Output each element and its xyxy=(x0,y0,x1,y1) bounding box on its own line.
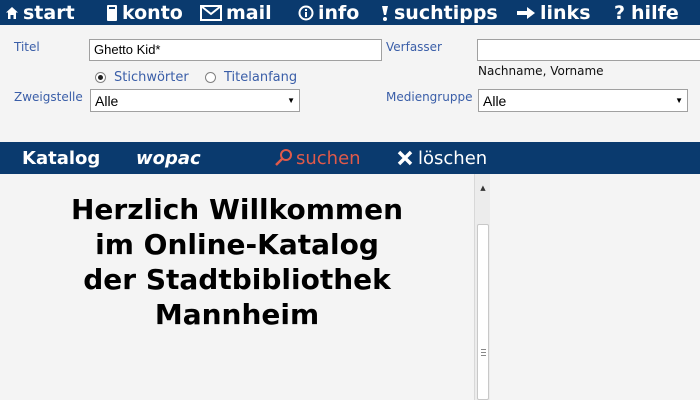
verfasser-label: Verfasser xyxy=(386,40,442,54)
exclamation-icon xyxy=(382,5,388,21)
card-icon xyxy=(107,4,117,21)
envelope-icon xyxy=(200,4,222,21)
arrow-right-icon xyxy=(517,6,535,19)
welcome-line: im Online-Katalog xyxy=(95,228,379,261)
nav-konto-label: konto xyxy=(122,1,183,24)
question-icon: ? xyxy=(614,1,626,24)
suchen-button[interactable]: suchen xyxy=(274,142,361,174)
welcome-heading: Herzlich Willkommen im Online-Katalog de… xyxy=(22,192,452,332)
nav-mail-label: mail xyxy=(226,1,272,24)
nav-suchtipps[interactable]: suchtipps xyxy=(380,0,498,25)
wopac-label: wopac xyxy=(136,147,201,169)
radio-stichwoerter[interactable]: Stichwörter xyxy=(95,70,189,85)
chevron-down-icon: ▼ xyxy=(287,96,295,105)
zweigstelle-value: Alle xyxy=(95,92,119,109)
katalog-label: Katalog xyxy=(22,147,101,169)
nav-hilfe-label: hilfe xyxy=(631,1,679,24)
nav-mail[interactable]: mail xyxy=(200,0,272,25)
close-icon xyxy=(397,150,413,166)
radio-stichwoerter-label: Stichwörter xyxy=(114,70,189,85)
loeschen-label: löschen xyxy=(418,147,488,169)
search-form: Titel Ghetto Kid* Verfasser Nachname, Vo… xyxy=(0,25,700,142)
welcome-line: Herzlich Willkommen xyxy=(70,193,404,226)
nav-start[interactable]: start xyxy=(5,0,75,25)
radio-dot-selected xyxy=(95,72,106,83)
nav-konto[interactable]: konto xyxy=(106,0,183,25)
action-bar: Katalog wopac suchen löschen xyxy=(0,142,700,174)
zweigstelle-select[interactable]: Alle ▼ xyxy=(90,89,300,112)
radio-titelanfang-label: Titelanfang xyxy=(224,70,298,85)
welcome-line: der Stadtbibliothek xyxy=(83,263,391,296)
nav-start-label: start xyxy=(23,1,75,24)
nav-suchtipps-label: suchtipps xyxy=(394,1,498,24)
zweigstelle-label: Zweigstelle xyxy=(14,90,83,104)
titel-label: Titel xyxy=(14,40,40,54)
nav-hilfe[interactable]: ? hilfe xyxy=(614,0,679,25)
suchen-label: suchen xyxy=(296,147,361,169)
loeschen-button[interactable]: löschen xyxy=(396,142,487,174)
titel-input[interactable]: Ghetto Kid* xyxy=(89,39,382,61)
radio-titelanfang[interactable]: Titelanfang xyxy=(205,70,297,85)
verfasser-input[interactable] xyxy=(477,39,700,61)
nav-info[interactable]: info xyxy=(298,0,359,25)
nav-info-label: info xyxy=(318,1,360,24)
scrollbar-thumb[interactable] xyxy=(477,224,489,400)
info-icon xyxy=(298,5,314,20)
nav-links-label: links xyxy=(540,1,591,24)
radio-dot-unselected xyxy=(205,72,216,83)
search-icon xyxy=(275,149,292,166)
mediengruppe-select[interactable]: Alle ▼ xyxy=(478,89,688,112)
mediengruppe-label: Mediengruppe xyxy=(386,90,473,104)
home-icon xyxy=(6,6,18,19)
chevron-down-icon: ▼ xyxy=(675,96,683,105)
scroll-up-icon[interactable]: ▲ xyxy=(475,184,491,192)
vertical-scrollbar[interactable]: ▲ xyxy=(474,174,490,400)
top-navigation: start konto mail info suchtipps links ? … xyxy=(0,0,700,25)
mediengruppe-value: Alle xyxy=(483,92,507,109)
verfasser-hint: Nachname, Vorname xyxy=(478,64,604,78)
main-content: Herzlich Willkommen im Online-Katalog de… xyxy=(0,174,700,400)
grip-icon xyxy=(481,349,486,356)
welcome-line: Mannheim xyxy=(154,298,320,331)
nav-links[interactable]: links xyxy=(516,0,591,25)
